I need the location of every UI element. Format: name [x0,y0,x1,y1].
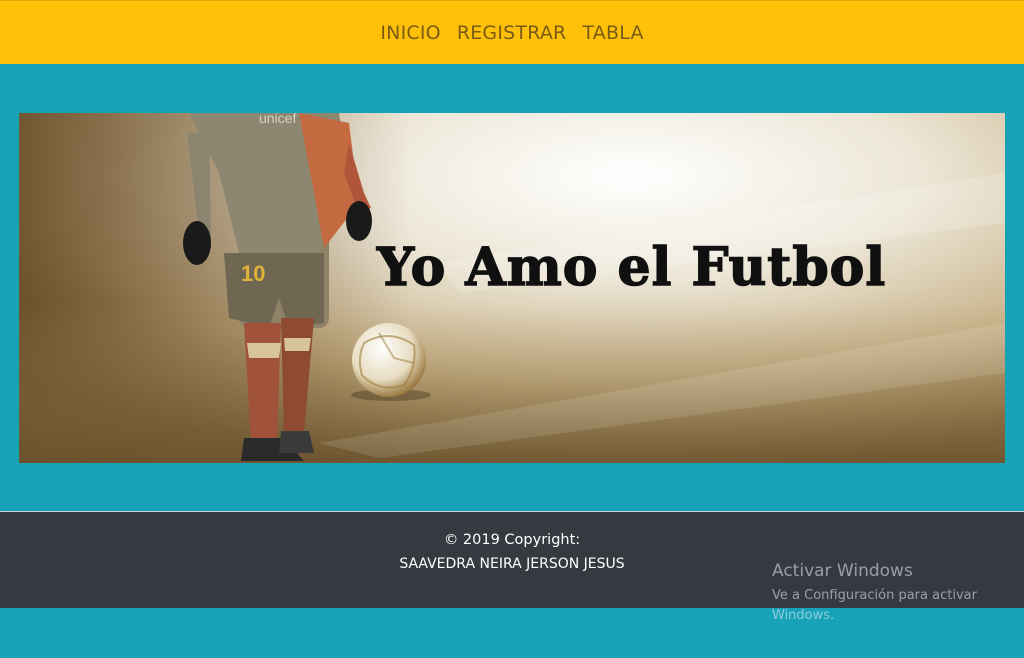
jersey-number: 10 [241,261,265,286]
banner-illustration: 10 unicef Yo Amo el Futbol [19,113,1005,463]
copyright-text: © 2019 Copyright: [443,532,581,548]
jersey-sponsor: unicef [259,113,296,126]
top-navbar: INICIO REGISTRAR TABLA [0,0,1024,64]
windows-activation-watermark: Activar Windows Ve a Configuración para … [772,561,992,626]
watermark-text: Ve a Configuración para activar Windows. [772,588,977,623]
banner-headline: Yo Amo el Futbol [376,237,886,298]
nav-link-inicio[interactable]: INICIO [380,22,440,44]
nav-link-registrar[interactable]: REGISTRAR [457,22,567,44]
watermark-title: Activar Windows [772,561,913,581]
nav-link-tabla[interactable]: TABLA [582,22,643,44]
hero-banner-image: 10 unicef Yo Amo el Futbol [19,113,1005,463]
